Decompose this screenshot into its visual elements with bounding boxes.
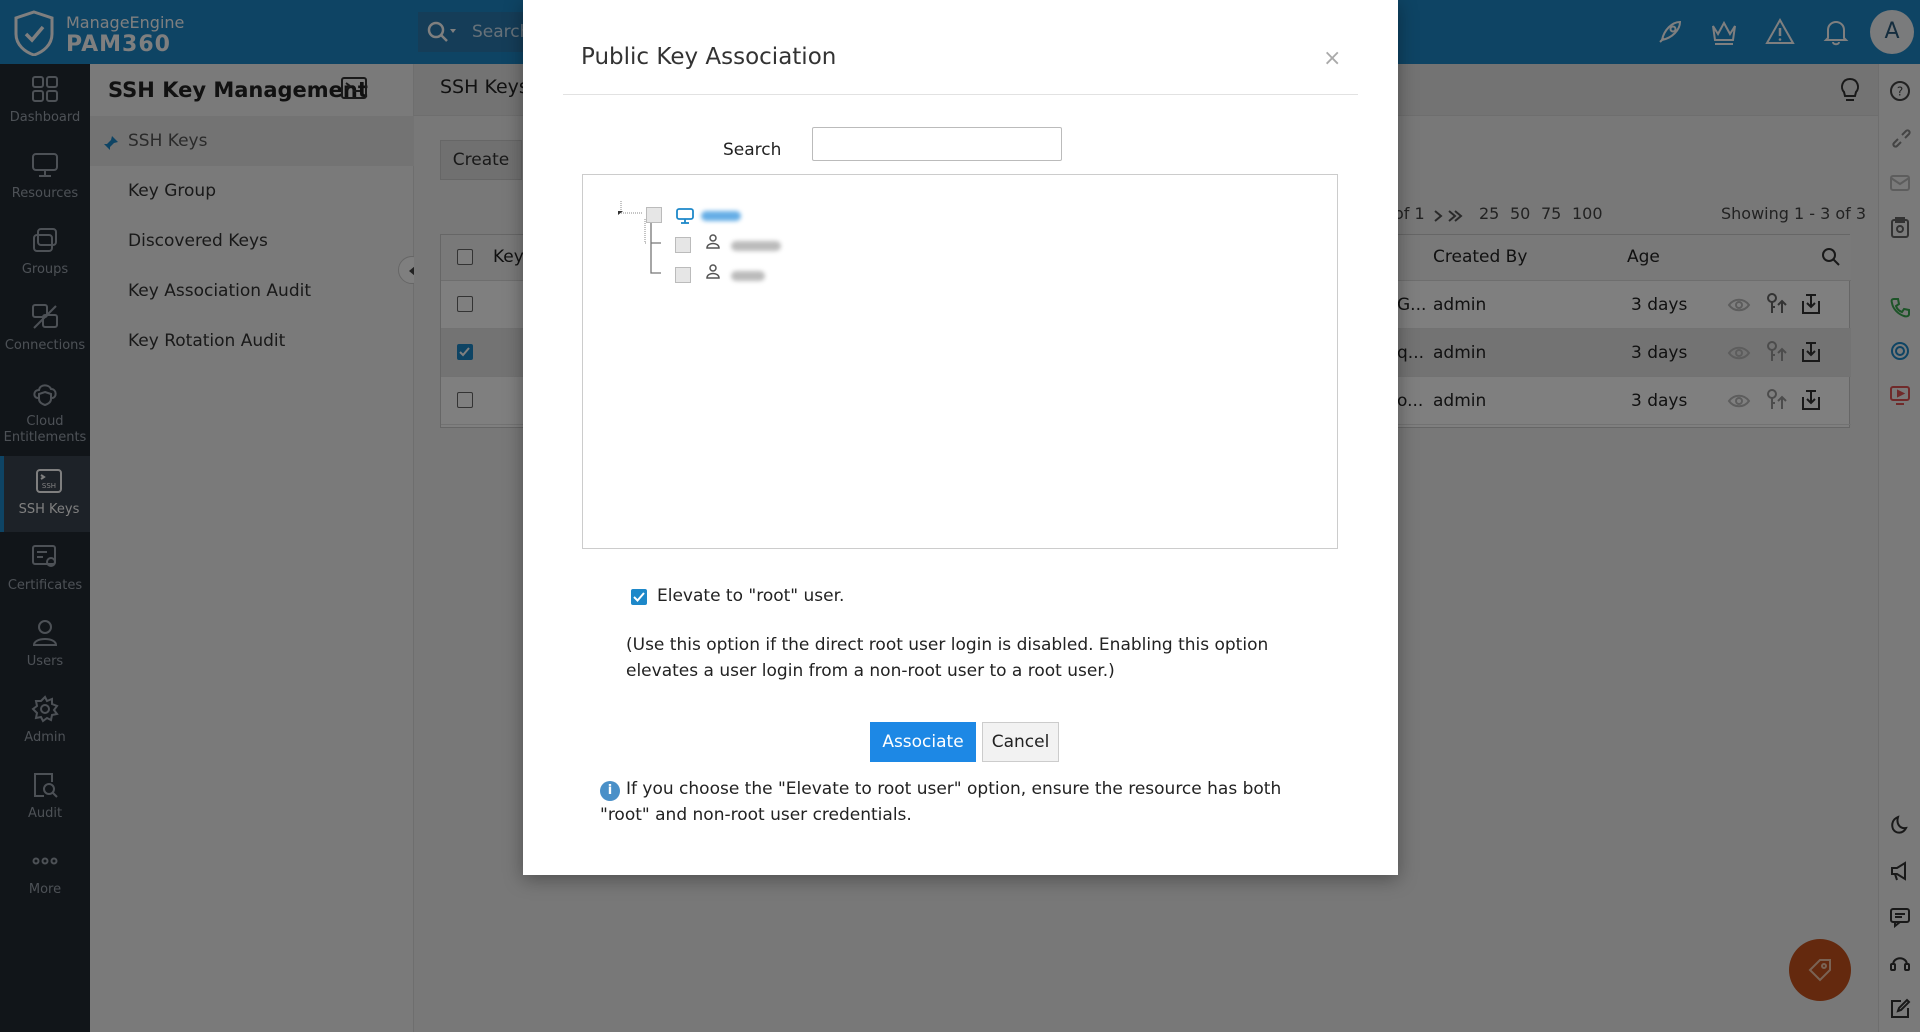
user-account-icon bbox=[706, 264, 720, 279]
tree-node-checkbox[interactable] bbox=[646, 207, 662, 223]
elevate-note: (Use this option if the direct root user… bbox=[626, 635, 1269, 681]
check-icon bbox=[633, 592, 645, 602]
public-key-association-dialog: Public Key Association × Search Elevate … bbox=[523, 0, 1398, 875]
divider bbox=[563, 94, 1358, 95]
info-icon: i bbox=[600, 781, 620, 801]
tree-connector-lines-child bbox=[650, 215, 661, 274]
elevate-root-checkbox[interactable] bbox=[631, 589, 647, 605]
info-text: If you choose the "Elevate to root user"… bbox=[600, 779, 1282, 825]
dialog-title: Public Key Association bbox=[581, 44, 837, 70]
search-label: Search bbox=[723, 140, 782, 160]
account-name-redacted[interactable] bbox=[731, 271, 765, 281]
tree-connector-lines bbox=[618, 201, 647, 244]
resource-name-redacted[interactable] bbox=[701, 211, 741, 221]
elevate-root-label[interactable]: Elevate to "root" user. bbox=[657, 586, 844, 606]
cancel-button[interactable]: Cancel bbox=[982, 722, 1059, 762]
monitor-icon bbox=[676, 208, 694, 224]
account-name-redacted[interactable] bbox=[731, 241, 781, 251]
tree-node-checkbox[interactable] bbox=[675, 267, 691, 283]
close-icon[interactable]: × bbox=[1323, 46, 1341, 71]
tree-node-checkbox[interactable] bbox=[675, 237, 691, 253]
info-note: i If you choose the "Elevate to root user… bbox=[600, 776, 1320, 828]
associate-button[interactable]: Associate bbox=[870, 722, 976, 762]
user-account-icon bbox=[706, 234, 720, 249]
resource-tree bbox=[582, 174, 1338, 549]
resource-search-input[interactable] bbox=[812, 127, 1062, 161]
